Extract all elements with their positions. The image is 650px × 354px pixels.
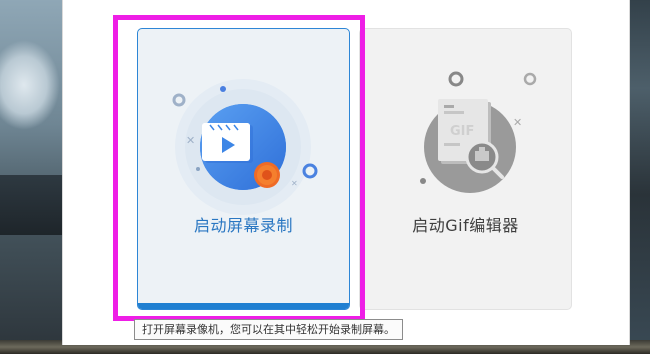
start-gif-editor-label: 启动Gif编辑器 xyxy=(412,216,519,235)
svg-text:GIF: GIF xyxy=(450,124,474,139)
svg-text:✕: ✕ xyxy=(291,179,298,188)
start-screen-recording-label: 启动屏幕录制 xyxy=(193,216,293,235)
wallpaper-shadow xyxy=(0,175,62,235)
video-recorder-icon: ✕ ✕ xyxy=(172,79,318,215)
tooltip: 打开屏幕录像机，您可以在其中轻松开始录制屏幕。 xyxy=(134,319,403,340)
wallpaper-cloud xyxy=(0,40,60,130)
gif-search-icon: ✕ GIF xyxy=(420,71,537,193)
desktop-wallpaper-left xyxy=(0,0,62,354)
selected-indicator-bar xyxy=(138,303,349,309)
desktop-wallpaper-right xyxy=(630,0,650,354)
svg-text:✕: ✕ xyxy=(513,116,522,129)
start-screen-recording-card[interactable]: ✕ ✕ 启动屏幕录制 xyxy=(137,28,350,310)
launcher-dialog: ✕ ✕ 启动屏幕录制 ✕ GIF 启动Gif编辑器 xyxy=(62,0,630,345)
svg-text:✕: ✕ xyxy=(186,134,195,147)
start-gif-editor-card[interactable]: ✕ GIF 启动Gif编辑器 xyxy=(359,28,572,310)
